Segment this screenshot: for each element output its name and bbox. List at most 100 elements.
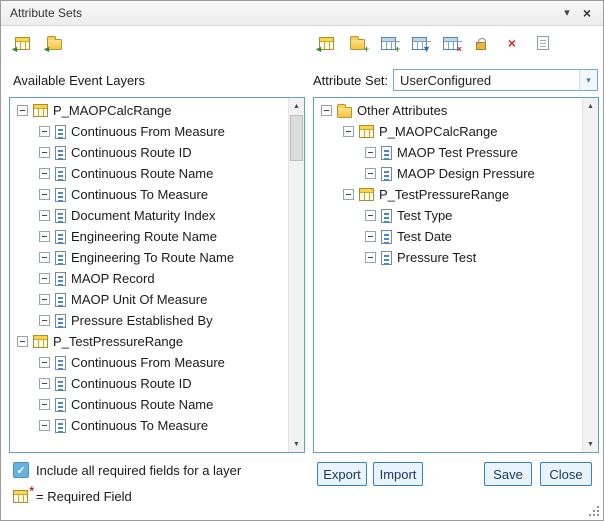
tree-item[interactable]: P_MAOPCalcRange: [315, 121, 581, 142]
tree-item[interactable]: P_MAOPCalcRange: [11, 100, 287, 121]
collapse-icon[interactable]: [39, 126, 50, 137]
scroll-down-button[interactable]: ▼: [583, 436, 598, 452]
collapse-icon[interactable]: [39, 315, 50, 326]
vertical-scrollbar[interactable]: ▲ ▼: [288, 98, 304, 452]
table-icon: [359, 188, 374, 201]
tree-item[interactable]: Continuous From Measure: [11, 352, 287, 373]
tree-item[interactable]: Continuous Route ID: [11, 373, 287, 394]
tree-item[interactable]: Continuous Route ID: [11, 142, 287, 163]
collapse-icon[interactable]: [39, 147, 50, 158]
tree-item[interactable]: MAOP Unit Of Measure: [11, 289, 287, 310]
folder-icon: [337, 107, 352, 118]
collapse-icon[interactable]: [365, 210, 376, 221]
collapse-icon[interactable]: [39, 189, 50, 200]
collapse-icon[interactable]: [365, 147, 376, 158]
tree-item[interactable]: Pressure Established By: [11, 310, 287, 331]
add-all-layers-button[interactable]: ◄: [45, 34, 63, 52]
collapse-icon[interactable]: [343, 126, 354, 137]
window-close-button[interactable]: ×: [577, 3, 597, 23]
collapse-icon[interactable]: [39, 399, 50, 410]
tree-item[interactable]: Pressure Test: [315, 247, 581, 268]
collapse-icon[interactable]: [321, 105, 332, 116]
tree-item[interactable]: Continuous Route Name: [11, 163, 287, 184]
tree-item[interactable]: Continuous From Measure: [11, 121, 287, 142]
asterisk-icon: *: [29, 485, 34, 497]
tree-item-label: P_TestPressureRange: [379, 187, 509, 202]
tree-item[interactable]: Engineering To Route Name: [11, 247, 287, 268]
field-icon: [55, 230, 66, 244]
remove-table-button[interactable]: ×: [441, 34, 459, 52]
collapse-icon[interactable]: [343, 189, 354, 200]
tree-item[interactable]: MAOP Record: [11, 268, 287, 289]
tree-item[interactable]: Test Type: [315, 205, 581, 226]
collapse-icon[interactable]: [365, 252, 376, 263]
scroll-up-button[interactable]: ▲: [583, 98, 598, 114]
required-field-legend: * = Required Field: [13, 489, 132, 504]
new-folder-button[interactable]: +: [348, 34, 366, 52]
add-selected-layer-button[interactable]: ◄: [13, 34, 31, 52]
include-required-fields-checkbox[interactable]: ✓: [13, 462, 29, 478]
save-attribute-set-icon: [476, 42, 486, 50]
plus-icon: +: [364, 45, 369, 54]
required-field-icon: *: [13, 490, 28, 503]
export-button[interactable]: Export: [317, 462, 367, 486]
field-icon: [55, 419, 66, 433]
titlebar[interactable]: Attribute Sets ▾ ×: [1, 1, 603, 26]
window-menu-button[interactable]: ▾: [557, 3, 577, 23]
collapse-icon[interactable]: [39, 252, 50, 263]
collapse-icon[interactable]: [17, 336, 28, 347]
collapse-icon[interactable]: [365, 231, 376, 242]
collapse-icon[interactable]: [39, 210, 50, 221]
add-table-button[interactable]: +: [379, 34, 397, 52]
resize-grip-icon[interactable]: [588, 505, 599, 516]
tree-item[interactable]: MAOP Test Pressure: [315, 142, 581, 163]
tree-item-label: Other Attributes: [357, 103, 447, 118]
tree-item[interactable]: Continuous To Measure: [11, 184, 287, 205]
required-field-legend-label: = Required Field: [36, 489, 132, 504]
scrollbar-thumb[interactable]: [290, 115, 303, 161]
tree-item[interactable]: Document Maturity Index: [11, 205, 287, 226]
field-icon: [55, 293, 66, 307]
save-attribute-set-button[interactable]: [472, 34, 490, 52]
collapse-icon[interactable]: [39, 273, 50, 284]
field-icon: [381, 167, 392, 181]
collapse-icon[interactable]: [39, 420, 50, 431]
tree-item[interactable]: Test Date: [315, 226, 581, 247]
include-required-fields-row[interactable]: ✓ Include all required fields for a laye…: [13, 462, 241, 478]
tree-item[interactable]: P_TestPressureRange: [315, 184, 581, 205]
tree-item[interactable]: P_TestPressureRange: [11, 331, 287, 352]
arrow-up-icon: ▲: [293, 103, 300, 110]
check-icon: ✓: [16, 464, 25, 477]
tree-item[interactable]: MAOP Design Pressure: [315, 163, 581, 184]
field-icon: [55, 272, 66, 286]
scroll-down-button[interactable]: ▼: [289, 436, 304, 452]
attribute-set-combobox[interactable]: UserConfigured ▾: [393, 69, 598, 91]
vertical-scrollbar[interactable]: ▲ ▼: [582, 98, 598, 452]
tree-item[interactable]: Continuous Route Name: [11, 394, 287, 415]
collapse-icon[interactable]: [39, 231, 50, 242]
close-button[interactable]: Close: [540, 462, 592, 486]
chevron-down-icon: ▾: [564, 8, 570, 19]
field-icon: [55, 314, 66, 328]
scroll-up-button[interactable]: ▲: [289, 98, 304, 114]
save-button[interactable]: Save: [484, 462, 532, 486]
arrow-up-icon: ▲: [587, 103, 594, 110]
collapse-icon[interactable]: [365, 168, 376, 179]
table-icon: [33, 335, 48, 348]
tree-item[interactable]: Continuous To Measure: [11, 415, 287, 436]
collapse-icon[interactable]: [39, 378, 50, 389]
attribute-set-properties-button[interactable]: [534, 34, 552, 52]
tree-item[interactable]: Other Attributes: [315, 100, 581, 121]
field-icon: [55, 209, 66, 223]
collapse-icon[interactable]: [39, 168, 50, 179]
collapse-icon[interactable]: [17, 105, 28, 116]
arrow-left-icon: ◄: [42, 45, 51, 54]
add-layer-button[interactable]: ◄: [317, 34, 335, 52]
combo-dropdown-button[interactable]: ▾: [579, 70, 597, 90]
tree-item[interactable]: Engineering Route Name: [11, 226, 287, 247]
insert-table-button[interactable]: ▼: [410, 34, 428, 52]
collapse-icon[interactable]: [39, 294, 50, 305]
import-button[interactable]: Import: [373, 462, 423, 486]
delete-attribute-set-button[interactable]: ×: [503, 34, 521, 52]
collapse-icon[interactable]: [39, 357, 50, 368]
